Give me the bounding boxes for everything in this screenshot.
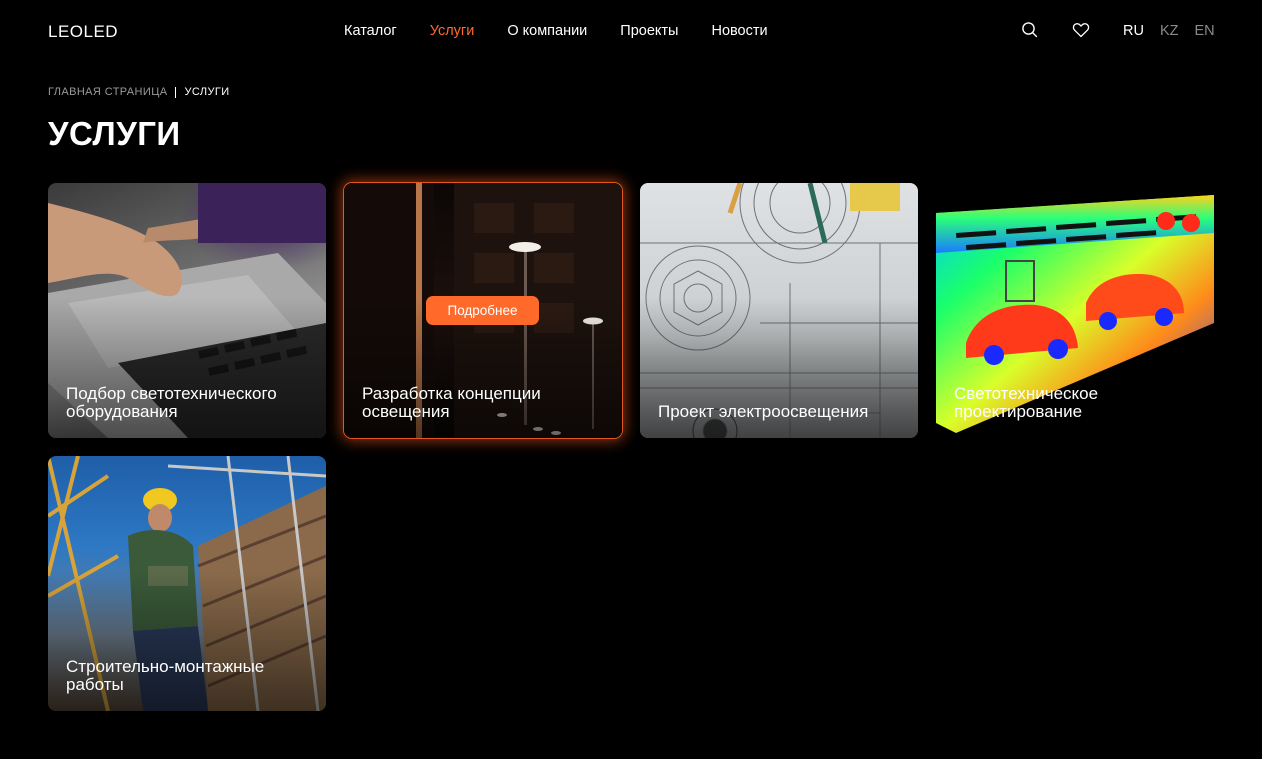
more-button[interactable]: Подробнее xyxy=(426,296,539,325)
breadcrumb-home[interactable]: ГЛАВНАЯ СТРАНИЦА xyxy=(48,86,167,98)
search-icon[interactable] xyxy=(1020,20,1040,40)
lang-en[interactable]: EN xyxy=(1194,23,1214,39)
card-title: Проект электроосвещения xyxy=(658,402,869,421)
nav-item-news[interactable]: Новости xyxy=(711,23,767,39)
main-nav: Каталог Услуги О компании Проекты Новост… xyxy=(344,23,801,39)
card-shade xyxy=(640,183,918,438)
card-title: Подбор светотехнического оборудования xyxy=(66,384,277,421)
card-title: Строительно-монтажные работы xyxy=(66,657,265,694)
logo[interactable]: LEOLED xyxy=(48,22,118,42)
card-title: Светотехническое проектирование xyxy=(954,384,1099,421)
service-card-lighting-concept[interactable]: Подробнее Разработка концепции освещения xyxy=(344,183,622,438)
nav-item-services[interactable]: Услуги xyxy=(430,23,475,39)
lang-ru[interactable]: RU xyxy=(1123,23,1144,39)
service-card-construction-installation[interactable]: Строительно-монтажные работы xyxy=(48,456,326,711)
nav-item-catalog[interactable]: Каталог xyxy=(344,23,397,39)
breadcrumb-current: УСЛУГИ xyxy=(184,86,230,98)
language-switcher: RU KZ EN xyxy=(1123,23,1231,39)
nav-item-projects[interactable]: Проекты xyxy=(620,23,678,39)
service-card-equipment-selection[interactable]: Подбор светотехнического оборудования xyxy=(48,183,326,438)
nav-item-about[interactable]: О компании xyxy=(507,23,587,39)
service-card-lighting-design[interactable]: Светотехническое проектирование xyxy=(936,183,1214,438)
heart-icon[interactable] xyxy=(1071,20,1091,40)
site-header: LEOLED Каталог Услуги О компании Проекты… xyxy=(0,0,1262,62)
breadcrumb-separator xyxy=(175,86,177,98)
service-card-electric-lighting-project[interactable]: Проект электроосвещения xyxy=(640,183,918,438)
card-title: Разработка концепции освещения xyxy=(362,384,541,421)
lang-kz[interactable]: KZ xyxy=(1160,23,1179,39)
breadcrumb: ГЛАВНАЯ СТРАНИЦА УСЛУГИ xyxy=(48,86,230,98)
page-title: УСЛУГИ xyxy=(48,115,181,152)
